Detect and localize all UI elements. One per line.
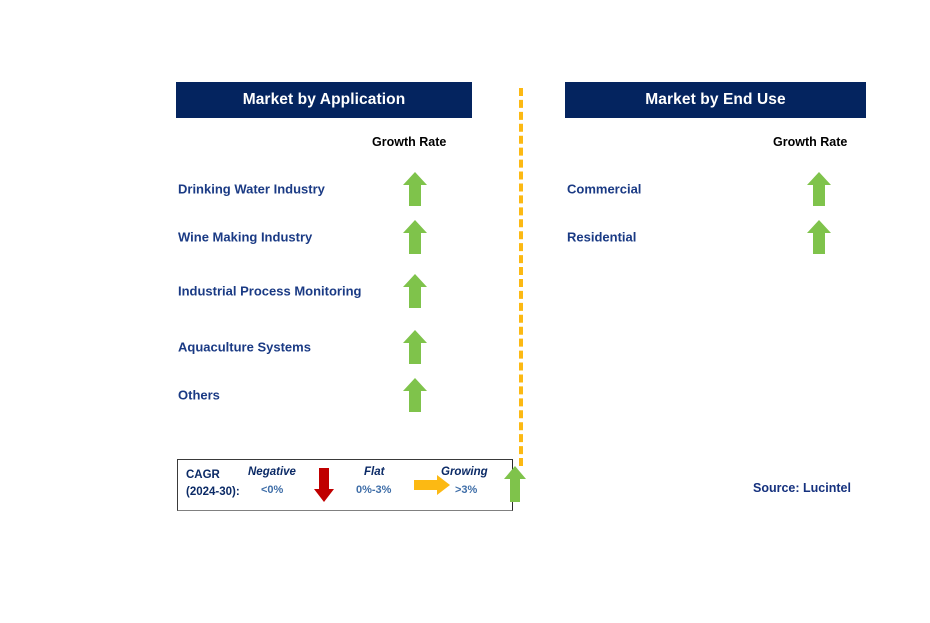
arrow-up-icon bbox=[402, 377, 428, 412]
arrow-up-icon bbox=[402, 171, 428, 206]
table-row: Residential bbox=[567, 212, 866, 261]
legend-value: <0% bbox=[261, 484, 284, 496]
panel-title-application: Market by Application bbox=[176, 82, 472, 118]
table-row: Wine Making Industry bbox=[178, 212, 472, 261]
row-label: Others bbox=[178, 386, 220, 402]
panel-market-by-end-use: Market by End Use Growth Rate Commercial… bbox=[565, 82, 866, 254]
panel-market-by-application: Market by Application Growth Rate Drinki… bbox=[176, 82, 472, 412]
panel-title-end-use: Market by End Use bbox=[565, 82, 866, 118]
legend-label: Growing bbox=[441, 466, 488, 478]
row-label: Industrial Process Monitoring bbox=[178, 283, 362, 299]
source-attribution: Source: Lucintel bbox=[753, 481, 851, 495]
growth-rate-column-header: Growth Rate bbox=[773, 135, 848, 149]
row-label: Drinking Water Industry bbox=[178, 180, 325, 196]
table-row: Industrial Process Monitoring bbox=[178, 260, 472, 322]
legend-value: 0%-3% bbox=[356, 484, 392, 496]
arrow-up-icon bbox=[402, 329, 428, 364]
table-row: Commercial bbox=[567, 164, 866, 213]
table-row: Drinking Water Industry bbox=[178, 164, 472, 213]
legend-cagr-line2: (2024-30): bbox=[186, 485, 240, 498]
legend-value: >3% bbox=[455, 484, 478, 496]
row-label: Aquaculture Systems bbox=[178, 338, 311, 354]
legend-cagr-line1: CAGR bbox=[186, 469, 220, 481]
table-row: Others bbox=[178, 370, 472, 419]
row-label: Residential bbox=[567, 228, 637, 244]
legend-label: Negative bbox=[248, 466, 296, 478]
panel-divider bbox=[519, 88, 523, 466]
cagr-legend: CAGR (2024-30): Negative <0% Flat 0%-3% bbox=[177, 459, 526, 511]
growth-rate-column-header: Growth Rate bbox=[372, 135, 447, 149]
legend-item-negative: Negative <0% bbox=[248, 460, 358, 510]
table-row: Aquaculture Systems bbox=[178, 322, 472, 371]
row-label: Wine Making Industry bbox=[178, 228, 313, 244]
arrow-up-icon bbox=[402, 219, 428, 254]
legend-item-growing: Growing >3% bbox=[441, 460, 526, 510]
arrow-up-icon bbox=[806, 219, 832, 254]
arrow-down-icon bbox=[313, 468, 335, 502]
arrow-up-icon bbox=[806, 171, 832, 206]
legend-label: Flat bbox=[364, 466, 385, 478]
legend-cagr-title: CAGR (2024-30): bbox=[186, 467, 240, 500]
arrow-up-icon bbox=[402, 274, 428, 308]
arrow-up-icon bbox=[503, 466, 527, 502]
row-label: Commercial bbox=[567, 180, 642, 196]
